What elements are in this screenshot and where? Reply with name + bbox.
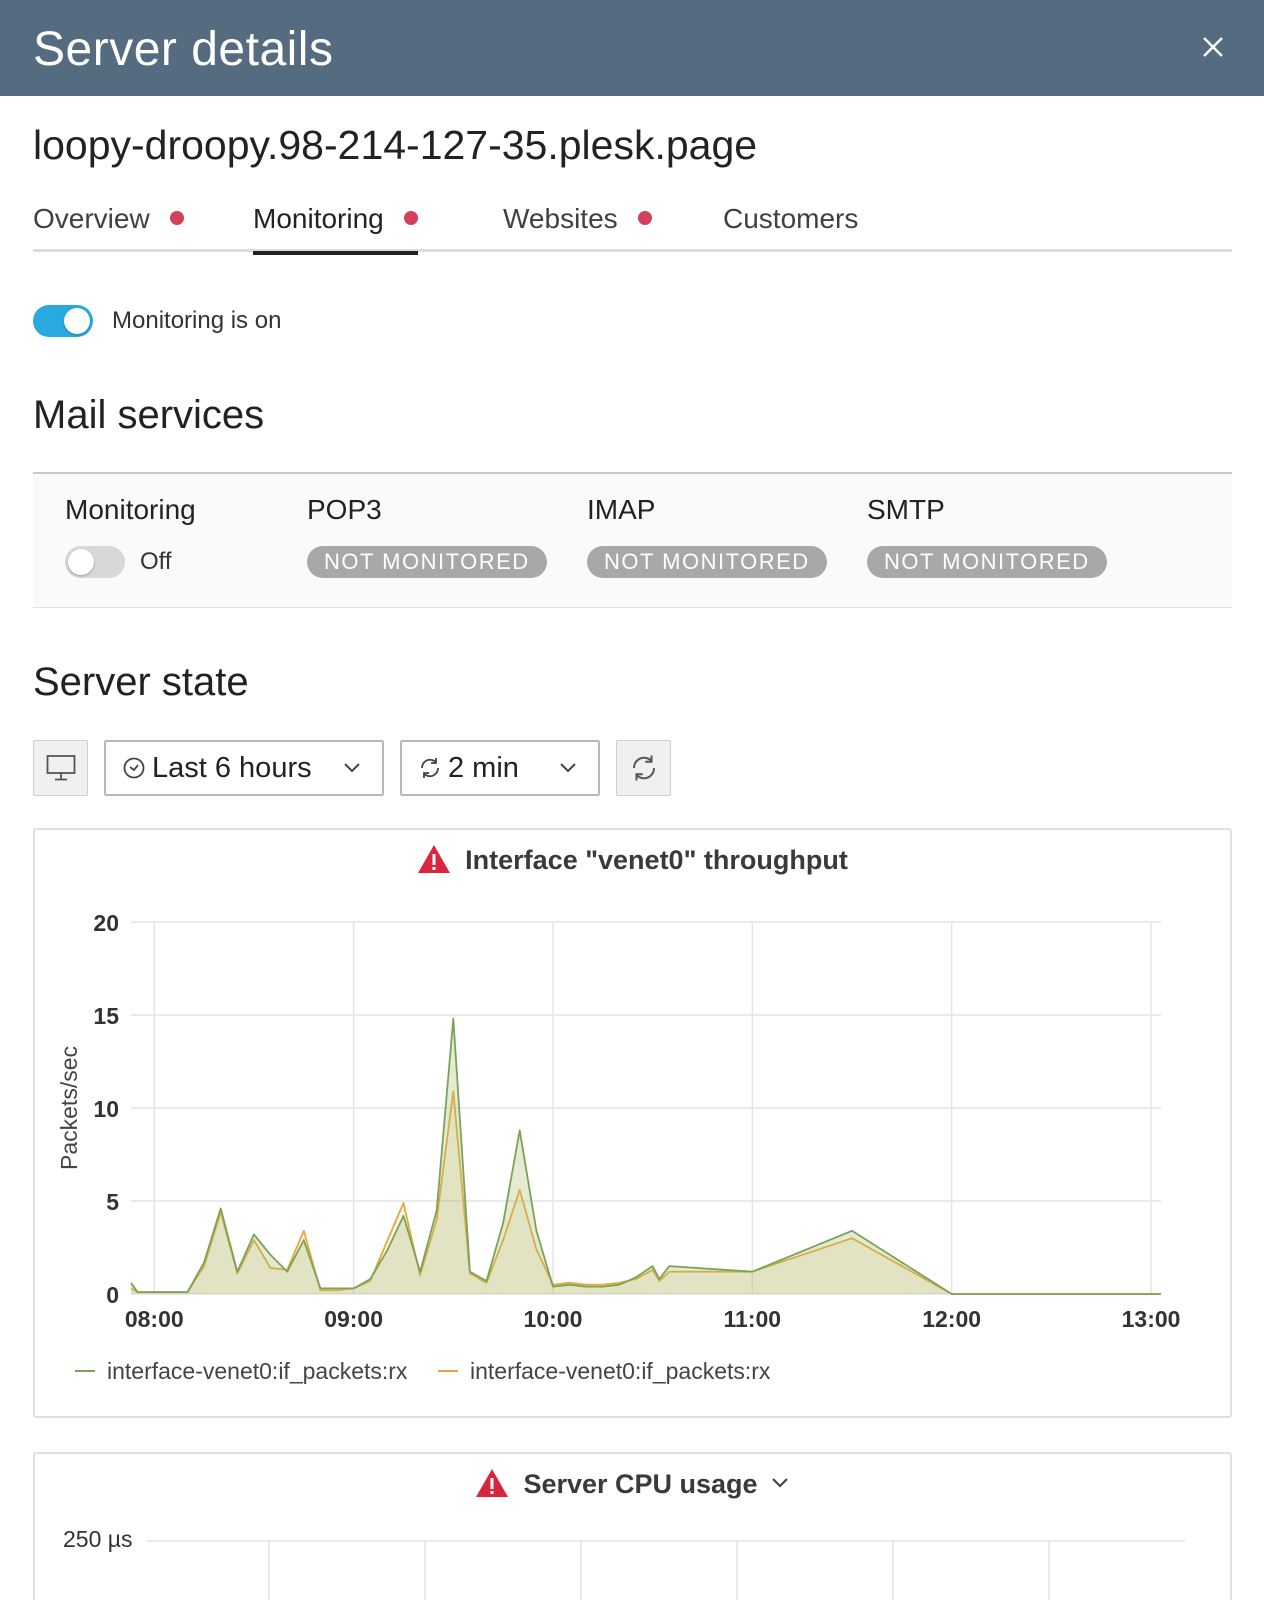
mail-services-title: Mail services: [33, 393, 265, 437]
server-state-title: Server state: [33, 660, 249, 704]
cpu-chart-grid: [147, 1540, 1185, 1600]
pop3-status-badge: NOT MONITORED: [307, 546, 547, 578]
dialog-header: Server details: [0, 0, 1264, 96]
time-range-value: Last 6 hours: [152, 752, 312, 784]
tab-customers[interactable]: Customers: [723, 198, 858, 252]
refresh-icon: [632, 755, 656, 781]
server-name: loopy-droopy.98-214-127-35.plesk.page: [33, 122, 758, 168]
x-tick-label: 09:00: [324, 1306, 383, 1332]
tab-monitoring[interactable]: Monitoring: [253, 198, 418, 255]
mail-services-panel: Monitoring Off POP3 NOT MONITORED IMAP N…: [33, 472, 1232, 608]
y-tick-label: 15: [93, 1003, 119, 1029]
tab-websites[interactable]: Websites: [503, 198, 652, 252]
y-tick-label: 10: [93, 1096, 119, 1122]
monitoring-status-label: Monitoring is on: [112, 307, 282, 334]
tab-label: Customers: [723, 203, 859, 234]
refresh-now-button[interactable]: [616, 740, 671, 796]
x-tick-label: 08:00: [125, 1306, 184, 1332]
imap-status-badge: NOT MONITORED: [587, 546, 827, 578]
legend-label: interface-venet0:if_packets:rx: [107, 1358, 408, 1384]
series-area: [131, 1018, 1161, 1294]
y-tick-label: 5: [106, 1189, 119, 1215]
display-mode-button[interactable]: [33, 740, 88, 796]
y-axis-label: Packets/sec: [56, 1046, 82, 1170]
alert-dot: [403, 211, 418, 225]
tab-overview[interactable]: Overview: [33, 198, 184, 252]
series-line: [130, 1017, 1161, 1295]
dialog-title: Server details: [33, 23, 334, 76]
mail-monitoring-state: Off: [140, 548, 172, 575]
mail-monitoring-label: Monitoring: [65, 494, 196, 525]
x-tick-label: 11:00: [724, 1306, 782, 1332]
chevron-down-icon: [344, 763, 360, 773]
cpu-chart-card: Server CPU usage 250 µs: [33, 1452, 1232, 1600]
imap-label: IMAP: [587, 494, 656, 525]
chevron-down-icon: [560, 763, 576, 773]
monitor-icon: [46, 755, 76, 781]
refresh-icon: [421, 758, 439, 778]
refresh-interval-value: 2 min: [448, 752, 519, 784]
throughput-chart: 0 5 10 15 20 08:00 09:00 10:00 11:00 12:00 13:00 Pa…: [56, 910, 1181, 1384]
mail-monitoring-toggle[interactable]: [65, 546, 125, 578]
alert-dot: [637, 211, 652, 225]
pop3-label: POP3: [307, 494, 382, 525]
x-tick-label: 10:00: [524, 1306, 583, 1332]
y-tick-label: 0: [106, 1282, 119, 1308]
alert-dot: [169, 211, 184, 225]
x-tick-label: 13:00: [1122, 1306, 1181, 1332]
clock-icon: [123, 757, 145, 779]
tab-bar: Overview Monitoring Websites Customers: [33, 198, 1232, 255]
x-tick-label: 12:00: [922, 1306, 981, 1332]
series-line: [130, 1090, 1161, 1295]
series-area: [131, 1091, 1161, 1294]
y-tick-label: 20: [93, 910, 119, 936]
throughput-chart-card: Interface "venet0" throughput 0 5 10 15 20 08…: [33, 828, 1232, 1418]
tab-label: Monitoring: [253, 203, 384, 234]
close-icon[interactable]: [1198, 32, 1228, 62]
monitoring-toggle[interactable]: [33, 305, 93, 337]
tab-label: Websites: [503, 203, 618, 234]
refresh-interval-select[interactable]: 2 min: [400, 740, 600, 796]
smtp-label: SMTP: [867, 494, 945, 525]
time-range-select[interactable]: Last 6 hours: [104, 740, 384, 796]
legend-label: interface-venet0:if_packets:rx: [470, 1358, 771, 1384]
smtp-status-badge: NOT MONITORED: [867, 546, 1107, 578]
tab-label: Overview: [33, 203, 150, 234]
